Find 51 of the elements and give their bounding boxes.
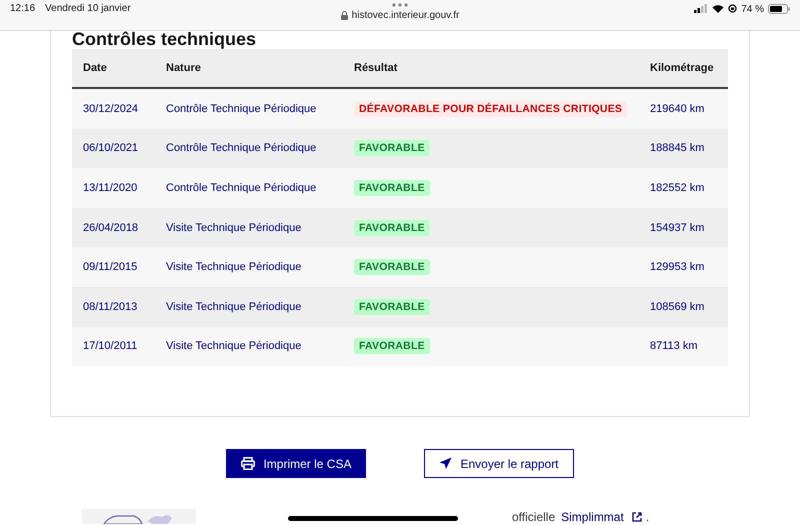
nature-cell-text: Visite Technique Périodique xyxy=(166,222,302,234)
result-badge: FAVORABLE xyxy=(354,259,430,276)
column-header: Kilométrage xyxy=(650,62,715,74)
address-bar[interactable]: histovec.interieur.gouv.fr xyxy=(340,10,460,21)
orientation-lock-icon xyxy=(728,4,738,13)
mileage-cell-text: 129953 km xyxy=(650,261,706,274)
battery-percent: 74 % xyxy=(741,4,764,15)
mileage-cell-text: 154937 km xyxy=(650,222,706,234)
external-link-icon xyxy=(632,512,642,522)
mileage-cell-text: 219640 km xyxy=(650,102,706,115)
date-cell-text: 26/04/2018 xyxy=(83,222,140,234)
mileage-cell-text: 108569 km xyxy=(650,300,706,313)
nature-cell-text: Contrôle Technique Périodique xyxy=(166,182,318,194)
result-badge: DÉFAVORABLE POUR DÉFAILLANCES CRITIQUES xyxy=(354,100,628,117)
column-header: Résultat xyxy=(354,62,398,74)
result-badge: FAVORABLE xyxy=(354,140,430,156)
wifi-icon xyxy=(712,4,724,13)
result-badge: FAVORABLE xyxy=(354,180,430,196)
result-badge: FAVORABLE xyxy=(354,298,430,315)
more-icon[interactable] xyxy=(392,3,408,7)
column-header: Nature xyxy=(166,62,202,74)
battery-icon xyxy=(768,4,790,14)
footer-text: officielle Simplimmat . xyxy=(512,510,650,524)
date-cell-text: 06/10/2021 xyxy=(83,142,140,154)
clock-time: 12:16 xyxy=(10,3,36,16)
section-title: Contrôles techniques xyxy=(72,30,258,49)
nature-cell-text: Contrôle Technique Périodique xyxy=(166,102,318,115)
lock-icon xyxy=(340,11,348,20)
nature-cell-text: Visite Technique Périodique xyxy=(166,340,302,352)
nature-cell-text: Contrôle Technique Périodique xyxy=(166,142,318,154)
action-button[interactable]: Imprimer le CSA xyxy=(226,449,366,478)
printer-icon xyxy=(241,457,256,470)
mileage-cell-text: 188845 km xyxy=(650,142,706,154)
date-text: Vendredi 10 janvier xyxy=(45,3,131,16)
result-badge: FAVORABLE xyxy=(354,220,430,236)
mileage-cell-text: 87113 km xyxy=(650,340,698,352)
nature-cell-text: Visite Technique Périodique xyxy=(166,261,302,274)
date-cell-text: 17/10/2011 xyxy=(83,340,138,352)
column-header: Date xyxy=(83,62,108,74)
date-cell-text: 09/11/2015 xyxy=(83,261,138,274)
nature-cell-text: Visite Technique Périodique xyxy=(166,300,302,313)
mileage-cell-text: 182552 km xyxy=(650,182,706,194)
result-badge: FAVORABLE xyxy=(354,338,430,354)
date-cell-text: 08/11/2013 xyxy=(83,300,138,313)
send-icon xyxy=(439,457,452,470)
date-cell-text: 13/11/2020 xyxy=(83,182,138,194)
period-text: . xyxy=(646,510,650,524)
action-button[interactable]: Envoyer le rapport xyxy=(424,449,574,478)
signal-icon xyxy=(694,4,708,13)
date-cell-text: 30/12/2024 xyxy=(83,102,140,115)
simplimmat-link[interactable]: Simplimmat xyxy=(561,510,624,524)
